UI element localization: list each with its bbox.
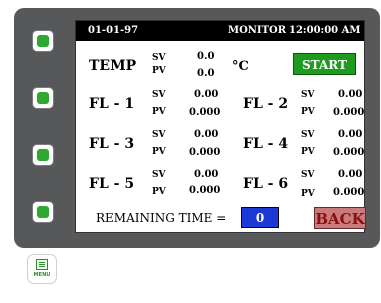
fl6-sv-value: 0.00	[338, 169, 363, 180]
temp-sv-tag: SV	[152, 53, 166, 63]
fl4-sv-tag: SV	[301, 130, 315, 140]
fl2-sv-tag: SV	[301, 90, 315, 100]
fl3-pv-tag: PV	[152, 147, 166, 157]
temp-unit: °C	[232, 59, 249, 74]
fl1-sv-tag: SV	[152, 90, 166, 100]
time-display: 12:00:00 AM	[289, 25, 361, 36]
fl2-sv-value: 0.00	[338, 89, 363, 100]
green-square-icon	[37, 92, 49, 104]
fl1-sv-value: 0.00	[194, 89, 219, 100]
green-square-icon	[37, 35, 49, 47]
menu-label: MENU	[33, 272, 51, 278]
fl5-sv-value: 0.00	[194, 169, 219, 180]
fl2-label: FL - 2	[243, 96, 289, 112]
side-button-4[interactable]	[33, 202, 53, 222]
fl5-label: FL - 5	[89, 176, 135, 192]
temp-label: TEMP	[89, 58, 137, 74]
fl4-label: FL - 4	[243, 136, 289, 152]
fl3-sv-tag: SV	[152, 130, 166, 140]
start-button[interactable]: START	[293, 53, 356, 75]
fl3-sv-value: 0.00	[194, 129, 219, 140]
side-button-2[interactable]	[33, 88, 53, 108]
fl6-sv-tag: SV	[301, 170, 315, 180]
temp-sv-value: 0.0	[197, 51, 215, 62]
green-square-icon	[37, 206, 49, 218]
temp-pv-value: 0.0	[197, 68, 215, 79]
fl3-pv-value: 0.000	[189, 147, 221, 158]
remaining-time-value[interactable]: 0	[241, 207, 279, 228]
status-bar: 01-01-97 MONITOR 12:00:00 AM	[76, 21, 364, 41]
fl1-pv-value: 0.000	[189, 107, 221, 118]
side-button-3[interactable]	[33, 145, 53, 165]
fl2-pv-tag: PV	[301, 107, 315, 117]
green-square-icon	[37, 149, 49, 161]
monitor-screen: 01-01-97 MONITOR 12:00:00 AM TEMP SV PV …	[75, 20, 366, 233]
screen-title: MONITOR	[228, 25, 287, 36]
menu-button[interactable]: MENU	[28, 255, 56, 283]
fl4-pv-value: 0.000	[333, 147, 365, 158]
fl1-label: FL - 1	[89, 96, 135, 112]
fl5-pv-value: 0.000	[189, 185, 221, 196]
fl4-sv-value: 0.00	[338, 129, 363, 140]
fl6-pv-value: 0.000	[333, 187, 365, 198]
side-button-1[interactable]	[33, 31, 53, 51]
date-display: 01-01-97	[88, 25, 139, 36]
fl6-label: FL - 6	[243, 176, 289, 192]
fl1-pv-tag: PV	[152, 107, 166, 117]
back-button[interactable]: BACK	[314, 207, 366, 229]
fl3-label: FL - 3	[89, 136, 135, 152]
temp-pv-tag: PV	[152, 66, 166, 76]
remaining-time-label: REMAINING TIME =	[96, 211, 227, 225]
fl5-pv-tag: PV	[152, 187, 166, 197]
fl4-pv-tag: PV	[301, 147, 315, 157]
fl5-sv-tag: SV	[152, 170, 166, 180]
fl6-pv-tag: PV	[301, 189, 315, 199]
fl2-pv-value: 0.000	[333, 107, 365, 118]
menu-document-icon	[36, 259, 48, 270]
